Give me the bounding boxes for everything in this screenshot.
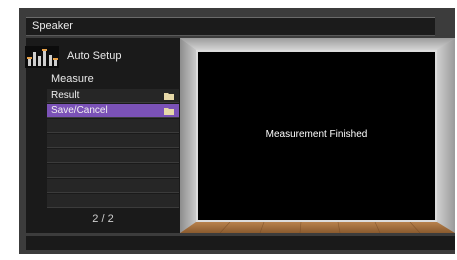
title-bar: Speaker bbox=[26, 17, 435, 36]
list-item-label: Result bbox=[51, 90, 80, 101]
measure-heading: Measure bbox=[51, 73, 94, 85]
list-item-empty bbox=[47, 119, 179, 133]
list-item-empty bbox=[47, 164, 179, 178]
page-indicator: 2 / 2 bbox=[92, 213, 114, 225]
folder-icon bbox=[164, 108, 174, 115]
list-item-label: Save/Cancel bbox=[51, 105, 108, 116]
list-item-empty bbox=[47, 149, 179, 163]
equalizer-icon bbox=[25, 46, 59, 68]
measurement-display: Measurement Finished bbox=[196, 50, 437, 222]
list-item-empty bbox=[47, 194, 179, 208]
list-item-empty bbox=[47, 134, 179, 148]
bottom-bar bbox=[26, 236, 455, 250]
page-title: Speaker bbox=[32, 20, 73, 32]
list-item-result[interactable]: Result bbox=[47, 89, 179, 103]
list-item-empty bbox=[47, 179, 179, 193]
folder-icon bbox=[164, 93, 174, 100]
list-item-save-cancel[interactable]: Save/Cancel bbox=[47, 104, 179, 118]
auto-setup-label: Auto Setup bbox=[67, 50, 122, 62]
status-message: Measurement Finished bbox=[265, 129, 368, 140]
